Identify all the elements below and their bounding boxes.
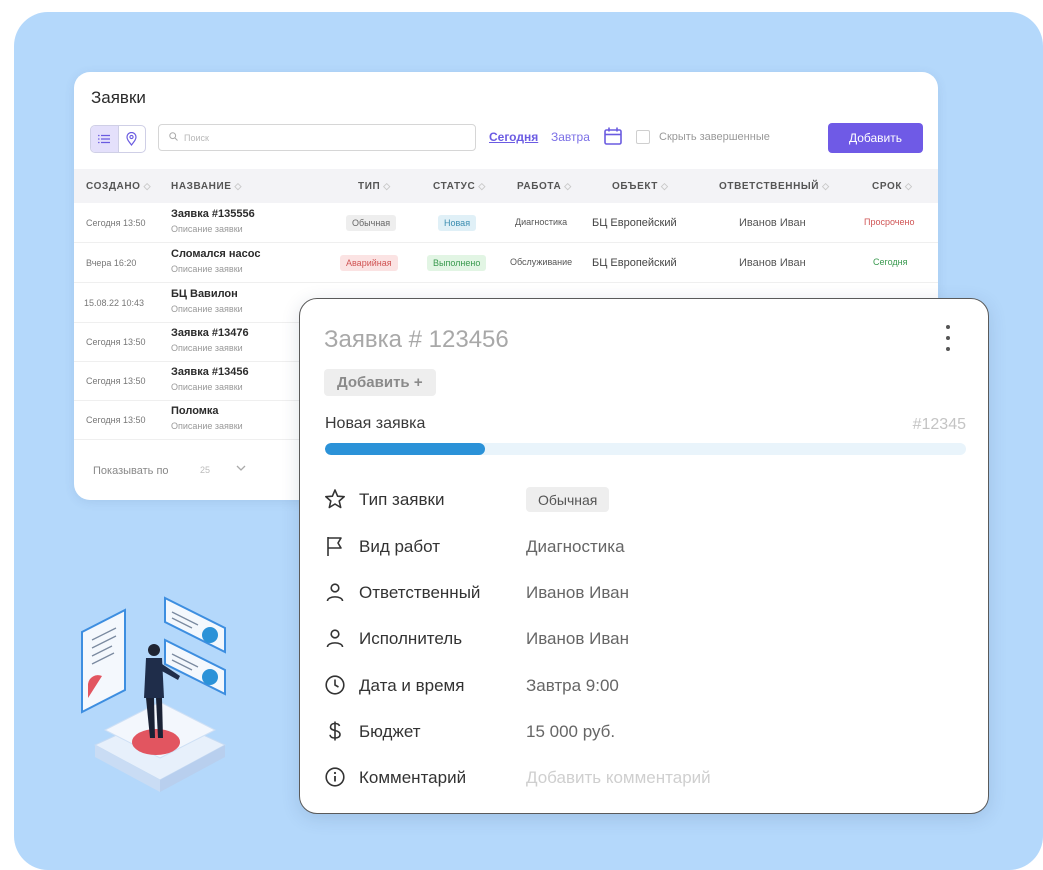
object-cell: БЦ Европейский	[592, 217, 677, 229]
name-cell: Заявка #13456	[171, 366, 249, 378]
description-cell: Описание заявки	[171, 304, 243, 314]
stage-label: Новая заявка	[325, 415, 426, 432]
status-badge: Выполнено	[427, 255, 487, 271]
column-header-responsible[interactable]: ОТВЕТСТВЕННЫЙ ◇	[719, 181, 830, 192]
star-icon	[324, 489, 346, 509]
column-header-type[interactable]: ТИП ◇	[358, 181, 391, 192]
search-input[interactable]	[182, 131, 446, 144]
field-value[interactable]: 15 000 руб.	[526, 722, 615, 742]
view-toggle	[90, 125, 146, 153]
description-cell: Описание заявки	[171, 382, 243, 392]
column-header-work[interactable]: РАБОТА ◇	[517, 181, 572, 192]
field-responsible: Ответственный Иванов Иван	[324, 579, 964, 607]
work-cell: Диагностика	[515, 217, 568, 227]
name-cell: Заявка #135556	[171, 208, 255, 220]
map-view-button[interactable]	[117, 126, 146, 152]
field-value[interactable]: Иванов Иван	[526, 583, 629, 603]
tomorrow-filter-link[interactable]: Завтра	[551, 130, 590, 144]
progress-fill	[325, 443, 486, 455]
more-options-icon[interactable]	[943, 325, 953, 351]
field-label: Исполнитель	[359, 629, 463, 648]
today-filter-link[interactable]: Сегодня	[489, 130, 538, 144]
chevron-down-icon[interactable]	[236, 464, 246, 475]
field-label: Вид работ	[359, 537, 440, 556]
name-cell: Поломка	[171, 405, 219, 417]
request-detail-card: Заявка # 123456 Добавить + Новая заявка …	[299, 298, 989, 814]
column-header-object[interactable]: ОБЪЕКТ ◇	[612, 181, 669, 192]
table-header: СОЗДАНО ◇ НАЗВАНИЕ ◇ ТИП ◇ СТАТУС ◇ РАБОТА ◇ …	[74, 169, 938, 203]
card-title: Заявка # 123456	[324, 326, 509, 353]
table-row[interactable]: Сегодня 13:50 Заявка #135556 Описание за…	[74, 203, 938, 243]
column-header-created[interactable]: СОЗДАНО ◇	[86, 181, 151, 192]
add-tag-button[interactable]: Добавить +	[324, 369, 436, 396]
description-cell: Описание заявки	[171, 343, 243, 353]
description-cell: Описание заявки	[171, 264, 243, 274]
clock-icon	[325, 675, 345, 695]
description-cell: Описание заявки	[171, 224, 243, 234]
created-cell: Сегодня 13:50	[86, 415, 146, 425]
type-badge: Обычная	[346, 215, 397, 231]
responsible-cell: Иванов Иван	[739, 257, 806, 269]
flag-icon	[327, 537, 342, 556]
stage-progress-bar	[325, 443, 966, 455]
field-label: Дата и время	[359, 676, 465, 695]
field-work-kind: Вид работ Диагностика	[324, 533, 964, 561]
field-label: Тип заявки	[359, 490, 445, 509]
info-icon	[325, 767, 345, 787]
field-value[interactable]: Диагностика	[526, 537, 625, 557]
search-icon	[169, 131, 178, 144]
list-title: Заявки	[91, 88, 146, 107]
dollar-icon	[329, 721, 341, 741]
field-label: Ответственный	[359, 583, 481, 602]
due-cell: Сегодня	[873, 257, 908, 267]
created-cell: Сегодня 13:50	[86, 376, 146, 386]
field-executor: Исполнитель Иванов Иван	[324, 625, 964, 653]
due-cell: Просрочено	[864, 217, 915, 227]
table-row[interactable]: Вчера 16:20 Сломался насос Описание заяв…	[74, 243, 938, 283]
type-badge: Аварийная	[340, 255, 398, 271]
list-icon	[98, 134, 111, 144]
created-cell: Сегодня 13:50	[86, 337, 146, 347]
person-dashboard-illustration	[81, 596, 227, 792]
created-cell: Сегодня 13:50	[86, 218, 146, 228]
calendar-icon[interactable]	[603, 126, 623, 146]
description-cell: Описание заявки	[171, 421, 243, 431]
field-comment: Комментарий Добавить комментарий	[324, 764, 964, 792]
add-request-button[interactable]: Добавить	[828, 123, 923, 153]
field-datetime: Дата и время Завтра 9:00	[324, 672, 964, 700]
hide-completed-checkbox[interactable]	[636, 130, 650, 144]
column-header-name[interactable]: НАЗВАНИЕ ◇	[171, 181, 242, 192]
field-value[interactable]: Иванов Иван	[526, 629, 629, 649]
field-label: Бюджет	[359, 722, 421, 741]
name-cell: Сломался насос	[171, 248, 261, 260]
search-box	[158, 124, 476, 151]
request-type-badge[interactable]: Обычная	[526, 487, 610, 512]
name-cell: БЦ Вавилон	[171, 288, 238, 300]
field-request-type: Тип заявки Обычная	[324, 486, 964, 514]
user-icon	[326, 583, 344, 602]
responsible-cell: Иванов Иван	[739, 217, 806, 229]
object-cell: БЦ Европейский	[592, 257, 677, 269]
user-icon	[326, 629, 344, 648]
created-cell: 15.08.22 10:43	[84, 298, 145, 308]
created-cell: Вчера 16:20	[86, 258, 137, 268]
list-view-button[interactable]	[91, 126, 118, 152]
per-page-select[interactable]: 25	[200, 465, 210, 475]
column-header-status[interactable]: СТАТУС ◇	[433, 181, 486, 192]
work-cell: Обслуживание	[510, 257, 573, 267]
column-header-due[interactable]: СРОК ◇	[872, 181, 913, 192]
show-per-page-label: Показывать по	[93, 465, 169, 477]
field-label: Комментарий	[359, 768, 467, 787]
stage-id: #12345	[912, 416, 966, 433]
status-badge: Новая	[438, 215, 477, 231]
map-pin-icon	[126, 132, 137, 146]
hide-completed-label: Скрыть завершенные	[659, 131, 770, 143]
field-budget: Бюджет 15 000 руб.	[324, 718, 964, 746]
name-cell: Заявка #13476	[171, 327, 249, 339]
comment-input[interactable]: Добавить комментарий	[526, 768, 711, 788]
field-value[interactable]: Завтра 9:00	[526, 676, 619, 696]
